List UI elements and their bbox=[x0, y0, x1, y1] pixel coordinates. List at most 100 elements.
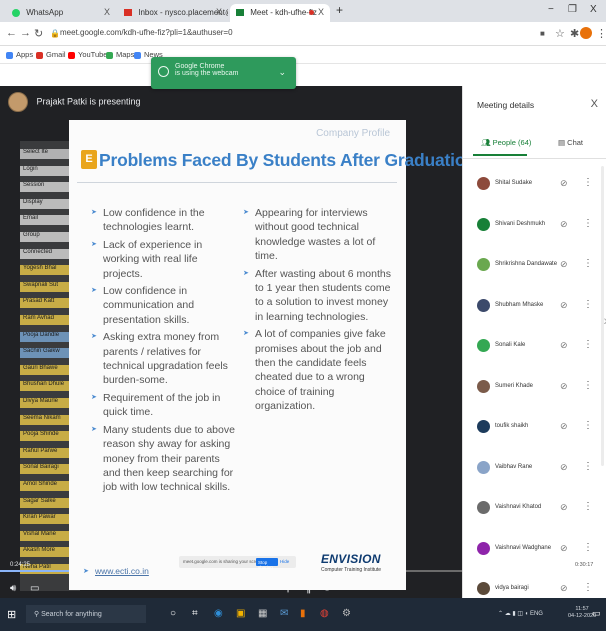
envision-logo: ENVISION Computer Training Institute bbox=[321, 552, 391, 580]
participant-row[interactable]: toufik shaikh ⊘ ⋮ bbox=[463, 409, 606, 449]
bookmark-maps[interactable]: Maps bbox=[106, 50, 134, 59]
recording-dot-icon bbox=[309, 10, 314, 15]
more-options-icon[interactable]: ⋮ bbox=[583, 461, 593, 472]
more-options-icon[interactable]: ⋮ bbox=[583, 501, 593, 512]
gmail-icon bbox=[124, 9, 132, 17]
participant-row[interactable]: Shubham Mhaske ⊘ ⋮ bbox=[463, 288, 606, 328]
close-icon[interactable]: X bbox=[104, 7, 110, 17]
maximize-button[interactable]: ❐ bbox=[568, 4, 577, 15]
mic-off-icon[interactable]: ⊘ bbox=[560, 421, 568, 432]
apps-grid-icon bbox=[6, 51, 13, 59]
mic-off-icon[interactable]: ⊘ bbox=[560, 340, 568, 351]
presenter-avatar bbox=[8, 92, 28, 112]
mic-off-icon[interactable]: ⊘ bbox=[560, 259, 568, 270]
close-icon[interactable]: X bbox=[318, 7, 324, 17]
mic-off-icon[interactable]: ⊘ bbox=[560, 219, 568, 230]
window-close-button[interactable]: X bbox=[590, 4, 597, 15]
close-icon[interactable]: X bbox=[591, 98, 598, 110]
mic-off-icon[interactable]: ⊘ bbox=[560, 543, 568, 554]
mic-off-icon[interactable]: ⊘ bbox=[560, 583, 568, 594]
mic-off-icon[interactable]: ⊘ bbox=[560, 502, 568, 513]
participant-row[interactable]: Vaibhav Rane ⊘ ⋮ bbox=[463, 450, 606, 490]
notification-icon[interactable]: ▭ bbox=[592, 608, 601, 619]
participant-row[interactable]: Shivani Deshmukh ⊘ ⋮ bbox=[463, 207, 606, 247]
more-options-icon[interactable]: ⋮ bbox=[583, 339, 593, 350]
settings-icon[interactable]: ⚙ bbox=[342, 608, 351, 619]
star-icon[interactable]: ☆ bbox=[555, 27, 565, 40]
captions-icon[interactable]: ▭ bbox=[30, 583, 39, 594]
more-options-icon[interactable]: ⋮ bbox=[583, 299, 593, 310]
system-tray[interactable]: ⌃ ☁ ▮ ◫ ◖ ENG bbox=[498, 610, 543, 617]
widgets-icon[interactable]: ⌗ bbox=[192, 608, 198, 619]
taskbar-search-input[interactable]: ⚲ Search for anything bbox=[26, 605, 146, 623]
menu-kebab-icon[interactable]: ⋮ bbox=[596, 27, 606, 40]
mic-off-icon[interactable]: ⊘ bbox=[560, 462, 568, 473]
bookmark-youtube[interactable]: YouTube bbox=[68, 50, 107, 59]
avatar bbox=[477, 541, 490, 555]
stop-sharing-button[interactable]: Stop sharing bbox=[256, 558, 278, 570]
volume-icon[interactable]: 🔊︎ bbox=[10, 583, 16, 594]
bullet-item: Requirement of the job in quick time. bbox=[91, 391, 237, 420]
new-tab-button[interactable]: + bbox=[336, 3, 343, 17]
youtube-icon bbox=[68, 51, 75, 59]
participant-name: Vaishnavi Khatod bbox=[495, 504, 542, 510]
mic-off-icon[interactable]: ⊘ bbox=[560, 381, 568, 392]
back-arrow-icon[interactable]: ← bbox=[6, 27, 17, 39]
tab-people-label: People (64) bbox=[492, 138, 532, 147]
more-options-icon[interactable]: ⋮ bbox=[583, 218, 593, 229]
bullet-item: After wasting about 6 months to 1 year t… bbox=[243, 267, 393, 325]
brand-name: ENVISION bbox=[321, 552, 381, 566]
bookmark-apps[interactable]: Apps bbox=[6, 50, 33, 59]
slide-url-link[interactable]: www.ecti.co.in bbox=[95, 566, 149, 576]
chevron-down-icon[interactable]: ⌄ bbox=[278, 67, 286, 78]
forward-arrow-icon[interactable]: → bbox=[20, 27, 31, 39]
webcam-notification[interactable]: Google Chrome is using the webcam ⌄ bbox=[151, 57, 296, 89]
tab-chat[interactable]: ▤ Chat bbox=[558, 138, 583, 147]
bookmark-label: YouTube bbox=[78, 50, 108, 59]
extensions-icon[interactable]: ✱ bbox=[570, 27, 579, 40]
address-bar: ← → ↻ 🔒 meet.google.com/kdh-ufhe-fiz?pli… bbox=[0, 22, 606, 46]
task-view-icon[interactable]: ○ bbox=[170, 608, 176, 619]
tab-meet[interactable]: Meet - kdh-ufhe-fiz X bbox=[230, 4, 330, 22]
mail-icon[interactable]: ✉ bbox=[280, 608, 288, 619]
tab-gmail[interactable]: Inbox - nysco.placement@gmai X bbox=[118, 4, 228, 22]
hide-button[interactable]: Hide bbox=[280, 559, 289, 564]
url-field[interactable]: meet.google.com/kdh-ufhe-fiz?pli=1&authu… bbox=[60, 28, 233, 37]
mic-off-icon[interactable]: ⊘ bbox=[560, 178, 568, 189]
more-options-icon[interactable]: ⋮ bbox=[583, 582, 593, 593]
reload-icon[interactable]: ↻ bbox=[34, 27, 43, 40]
mic-off-icon[interactable]: ⊘ bbox=[560, 300, 568, 311]
more-options-icon[interactable]: ⋮ bbox=[583, 380, 593, 391]
bullet-item: Asking extra money from parents / relati… bbox=[91, 330, 237, 388]
app-icon[interactable]: ▮ bbox=[300, 608, 306, 619]
bookmark-gmail[interactable]: Gmail bbox=[36, 50, 66, 59]
share-text: meet.google.com is sharing your screen. bbox=[183, 559, 265, 564]
avatar bbox=[477, 217, 490, 231]
edge-icon[interactable]: ◉ bbox=[214, 608, 223, 619]
avatar bbox=[477, 339, 490, 352]
chat-icon: ▤ bbox=[558, 138, 568, 147]
participant-row[interactable]: Sonali Kale ⊘ ⋮ bbox=[463, 328, 606, 368]
profile-avatar[interactable] bbox=[580, 27, 592, 39]
windows-start-icon[interactable]: ⊞ bbox=[7, 608, 16, 621]
language-indicator: ENG bbox=[529, 611, 543, 617]
whatsapp-icon bbox=[12, 8, 20, 17]
more-options-icon[interactable]: ⋮ bbox=[583, 258, 593, 269]
store-icon[interactable]: ▦ bbox=[258, 608, 267, 619]
camera-icon[interactable]: ■ bbox=[540, 29, 545, 38]
file-explorer-icon[interactable]: ▣ bbox=[236, 608, 245, 619]
windows-taskbar: ⊞ ⚲ Search for anything ○ ⌗ ◉ ▣ ▦ ✉ ▮ ◍ … bbox=[0, 598, 606, 631]
tab-whatsapp[interactable]: WhatsApp X bbox=[6, 4, 116, 22]
tab-people[interactable]: 👥︎ People (64) bbox=[481, 138, 531, 147]
chrome-icon[interactable]: ◍ bbox=[320, 608, 329, 619]
participant-row[interactable]: Vaishnavi Khatod ⊘ ⋮ bbox=[463, 490, 606, 530]
avatar bbox=[477, 501, 490, 514]
more-options-icon[interactable]: ⋮ bbox=[583, 177, 593, 188]
participant-row[interactable]: Shital Sudake ⊘ ⋮ bbox=[463, 166, 606, 206]
more-options-icon[interactable]: ⋮ bbox=[583, 420, 593, 431]
participant-row[interactable]: Sumeri Khade ⊘ ⋮ bbox=[463, 369, 606, 409]
close-icon[interactable]: X bbox=[216, 7, 222, 17]
minimize-button[interactable]: − bbox=[548, 4, 554, 15]
participant-row[interactable]: Shrikrishna Dandawate ⊘ ⋮ bbox=[463, 247, 606, 287]
more-options-icon[interactable]: ⋮ bbox=[583, 542, 593, 553]
